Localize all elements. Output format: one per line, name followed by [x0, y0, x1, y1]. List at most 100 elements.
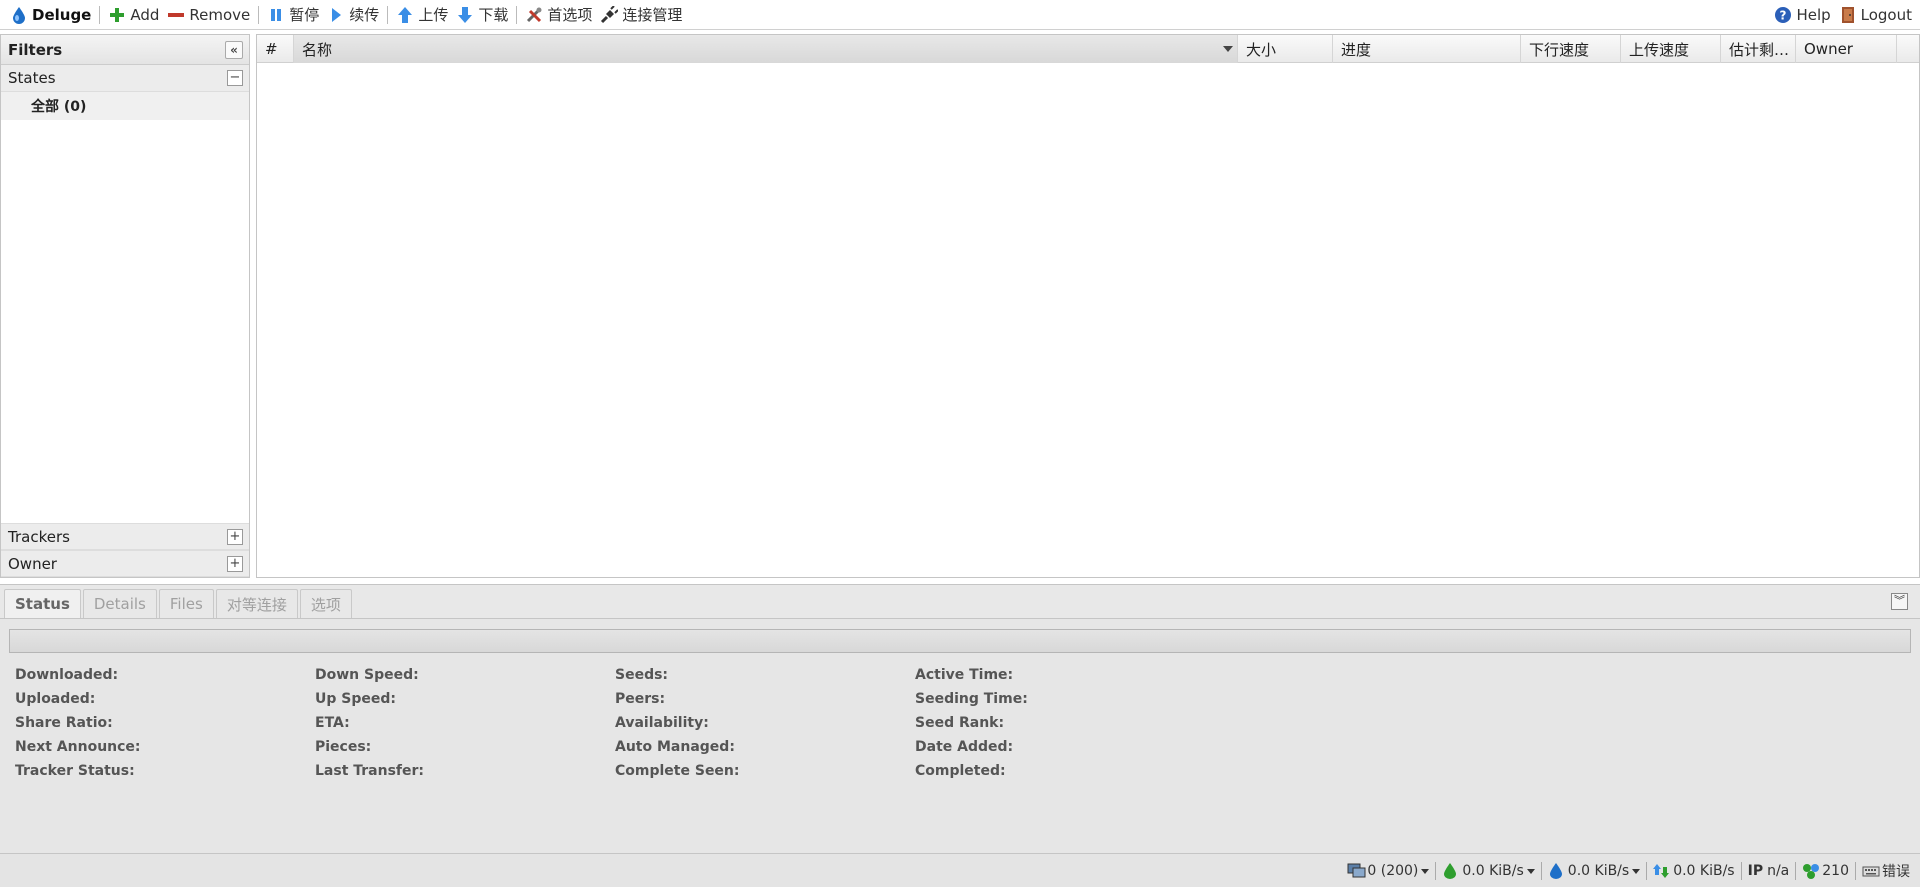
active-time-label: Active Time: — [915, 667, 1014, 683]
protocol-traffic-status: 0.0 KiB/s — [1647, 863, 1740, 879]
completed-label: Completed: — [915, 763, 1006, 779]
status-bar-right: 0 (200) 0.0 KiB/s 0.0 KiB/s 0.0 KiB/s IP — [1341, 854, 1916, 887]
tools-icon — [525, 6, 543, 24]
column-header-queue[interactable]: # — [257, 35, 294, 63]
blue-drop-icon — [1548, 863, 1564, 879]
dht-status: 210 — [1796, 863, 1855, 879]
owner-section-header[interactable]: Owner + — [1, 550, 249, 577]
date-added-label: Date Added: — [915, 739, 1014, 755]
pause-icon — [267, 6, 285, 24]
seed-rank-label: Seed Rank: — [915, 715, 1005, 731]
eta-label: ETA: — [315, 715, 350, 731]
status-bar: 0 (200) 0.0 KiB/s 0.0 KiB/s 0.0 KiB/s IP — [0, 853, 1920, 887]
plus-icon[interactable]: + — [227, 529, 243, 545]
play-icon — [327, 6, 345, 24]
sort-arrow-icon — [1223, 46, 1233, 52]
grid-header: # 名称 大小 进度 下行速度 上传速度 估计剩… Owner — [257, 35, 1919, 63]
tab-files[interactable]: Files — [158, 589, 214, 618]
download-speed-status[interactable]: 0.0 KiB/s — [1436, 863, 1540, 879]
arrow-up-icon — [396, 6, 414, 24]
help-button[interactable]: ? Help — [1770, 1, 1834, 29]
trackers-section-header[interactable]: Trackers + — [1, 523, 249, 550]
add-button[interactable]: Add — [104, 1, 163, 29]
auto-managed-label: Auto Managed: — [615, 739, 735, 755]
arrow-down-icon — [456, 6, 474, 24]
plus-icon[interactable]: + — [227, 556, 243, 572]
states-section-header[interactable]: States − — [1, 65, 249, 92]
down-speed-label: Down Speed: — [315, 667, 419, 683]
svg-text:?: ? — [1780, 9, 1787, 23]
toolbar-separator — [387, 5, 389, 24]
deluge-logo-icon — [10, 6, 28, 24]
filters-panel: Filters « States − 全部 (0) Trackers + Own… — [0, 34, 250, 578]
pause-button[interactable]: 暂停 — [263, 1, 323, 29]
dht-nodes-icon — [1802, 863, 1820, 879]
plug-icon — [600, 4, 620, 24]
share-ratio-label: Share Ratio: — [15, 715, 113, 731]
column-header-name[interactable]: 名称 — [294, 35, 1238, 63]
tab-status[interactable]: Status — [4, 589, 81, 618]
add-icon — [108, 6, 126, 24]
state-filter-all[interactable]: 全部 (0) — [1, 92, 249, 120]
column-header-down-speed[interactable]: 下行速度 — [1521, 35, 1621, 63]
next-announce-label: Next Announce: — [15, 739, 141, 755]
seeding-time-label: Seeding Time: — [915, 691, 1028, 707]
toolbar-separator — [99, 5, 101, 24]
connections-status[interactable]: 0 (200) — [1341, 863, 1435, 879]
green-drop-icon — [1442, 863, 1458, 879]
deluge-brand: Deluge — [6, 1, 95, 29]
remove-button[interactable]: Remove — [163, 1, 254, 29]
tab-peers[interactable]: 对等连接 — [215, 589, 298, 618]
move-up-button[interactable]: 上传 — [392, 1, 452, 29]
remove-icon — [167, 6, 185, 24]
resume-button[interactable]: 续传 — [323, 1, 383, 29]
help-icon: ? — [1774, 6, 1792, 24]
traffic-arrows-icon — [1653, 863, 1670, 879]
tab-details[interactable]: Details — [82, 589, 157, 618]
door-icon — [1839, 6, 1857, 24]
availability-label: Availability: — [615, 715, 709, 731]
torrent-progress-bar — [9, 629, 1911, 653]
dropdown-caret-icon — [1421, 868, 1430, 874]
filters-bottom-sections: Trackers + Owner + — [1, 523, 249, 577]
ip-value: n/a — [1767, 863, 1790, 879]
tracker-status-label: Tracker Status: — [15, 763, 135, 779]
seeds-label: Seeds: — [615, 667, 669, 683]
last-transfer-label: Last Transfer: — [315, 763, 425, 779]
dropdown-caret-icon — [1632, 868, 1641, 874]
status-column-4: Active Time: Seeding Time: Seed Rank: Da… — [915, 667, 1028, 787]
collapse-down-icon[interactable]: ︾ — [1891, 593, 1908, 610]
status-column-1: Downloaded: Uploaded: Share Ratio: Next … — [15, 667, 141, 787]
ip-label: IP — [1747, 863, 1764, 879]
toolbar-separator — [516, 5, 518, 24]
move-down-button[interactable]: 下载 — [452, 1, 512, 29]
complete-seen-label: Complete Seen: — [615, 763, 740, 779]
filters-header: Filters « — [1, 35, 249, 65]
preferences-button[interactable]: 首选项 — [521, 1, 596, 29]
collapse-left-icon[interactable]: « — [225, 41, 243, 59]
error-status[interactable]: 错误 — [1856, 861, 1916, 881]
connection-manager-button[interactable]: 连接管理 — [596, 1, 686, 29]
upload-speed-status[interactable]: 0.0 KiB/s — [1542, 863, 1646, 879]
tab-options[interactable]: 选项 — [299, 589, 352, 618]
status-column-2: Down Speed: Up Speed: ETA: Pieces: Last … — [315, 667, 424, 787]
column-header-owner[interactable]: Owner — [1796, 35, 1897, 63]
column-header-progress[interactable]: 进度 — [1333, 35, 1521, 63]
column-header-eta[interactable]: 估计剩… — [1721, 35, 1796, 63]
ip-status: IP n/a — [1742, 863, 1796, 879]
main-toolbar: Deluge Add Remove 暂停 续传 上传 下载 首选项 连接管理 ?… — [0, 0, 1920, 30]
uploaded-label: Uploaded: — [15, 691, 96, 707]
torrent-grid: # 名称 大小 进度 下行速度 上传速度 估计剩… Owner — [256, 34, 1920, 578]
minus-icon[interactable]: − — [227, 70, 243, 86]
downloaded-label: Downloaded: — [15, 667, 119, 683]
details-panel: Status Details Files 对等连接 选项 ︾ Downloade… — [0, 584, 1920, 853]
column-header-size[interactable]: 大小 — [1238, 35, 1333, 63]
network-icon — [1347, 863, 1366, 879]
column-header-up-speed[interactable]: 上传速度 — [1621, 35, 1721, 63]
keyboard-icon — [1862, 863, 1880, 879]
dropdown-caret-icon — [1526, 868, 1535, 874]
details-tabs: Status Details Files 对等连接 选项 — [0, 585, 1920, 619]
peers-label: Peers: — [615, 691, 666, 707]
pieces-label: Pieces: — [315, 739, 372, 755]
logout-button[interactable]: Logout — [1835, 1, 1916, 29]
